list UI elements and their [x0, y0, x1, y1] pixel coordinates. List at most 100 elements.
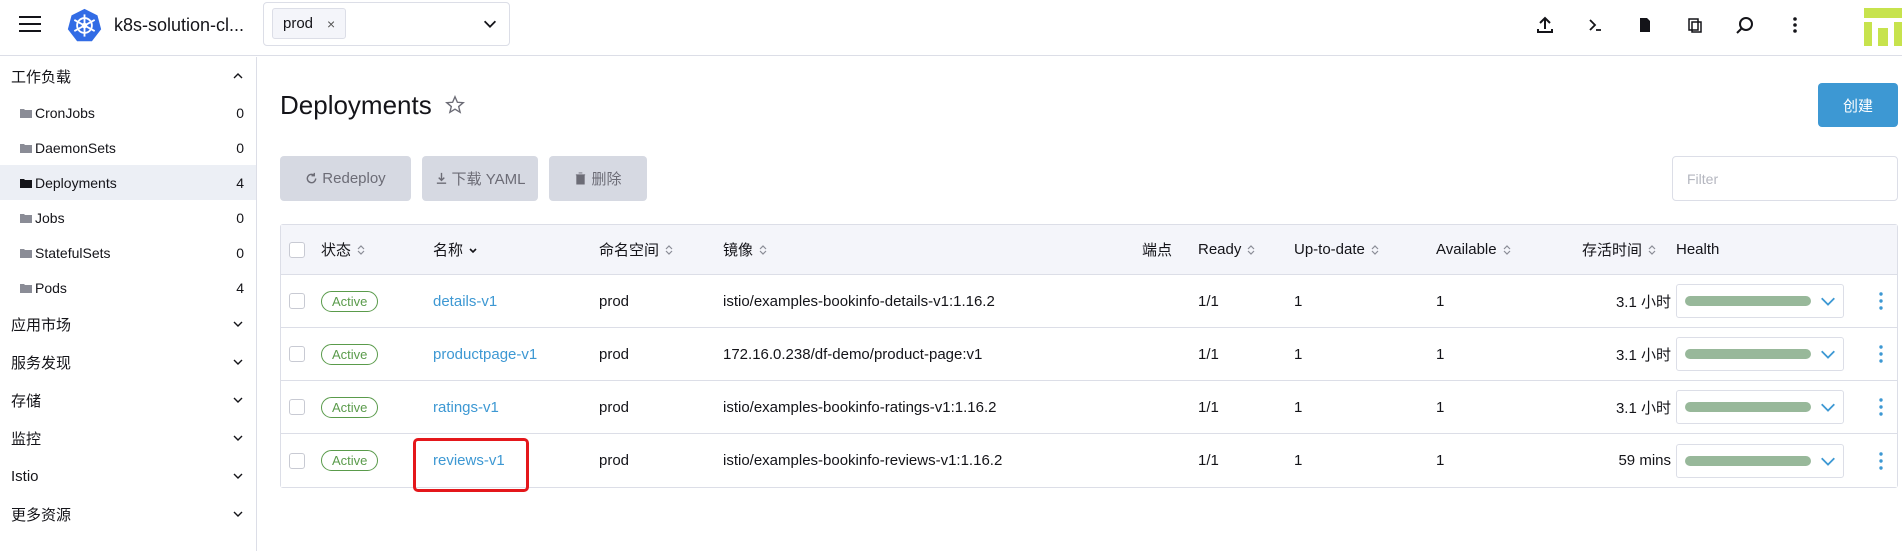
terminal-icon[interactable]: [1580, 10, 1610, 40]
sidebar-item-label: StatefulSets: [35, 244, 111, 261]
avatar[interactable]: [1864, 8, 1902, 46]
header-actions: [1530, 10, 1840, 40]
chevron-down-icon: [233, 511, 243, 517]
table-header: 状态 名称 命名空间 镜像 端点 Ready Up-to-date Availa…: [281, 225, 1897, 275]
sidebar-item-label: CronJobs: [35, 104, 95, 121]
column-namespace[interactable]: 命名空间: [599, 225, 674, 274]
sidebar-group-service-discovery[interactable]: 服务发现: [0, 343, 256, 381]
status-badge: Active: [321, 450, 379, 471]
folder-icon: [20, 248, 32, 258]
column-label: Up-to-date: [1294, 241, 1365, 258]
star-icon[interactable]: [444, 94, 466, 116]
sidebar-group-apps[interactable]: 应用市场: [0, 305, 256, 343]
sidebar-group-storage[interactable]: 存储: [0, 381, 256, 419]
sidebar-group-more-resources[interactable]: 更多资源: [0, 495, 256, 533]
sidebar-item-daemonsets[interactable]: DaemonSets 0: [0, 130, 256, 165]
deployment-name-link[interactable]: productpage-v1: [433, 328, 537, 380]
sidebar-item-count: 0: [236, 244, 244, 261]
namespace-cell: prod: [599, 345, 630, 363]
sidebar-group-monitoring[interactable]: 监控: [0, 419, 256, 457]
sidebar-group-label: 工作负载: [11, 68, 72, 86]
sort-icon: [665, 244, 673, 255]
column-label: 名称: [433, 242, 464, 259]
deployment-name-link[interactable]: details-v1: [433, 275, 497, 327]
column-health: Health: [1676, 241, 1720, 258]
row-actions-menu[interactable]: [1871, 341, 1891, 367]
delete-label: 删除: [591, 171, 622, 188]
kubernetes-logo-icon: [67, 8, 102, 42]
copy-config-icon[interactable]: [1680, 10, 1710, 40]
table-row: Active reviews-v1 prod istio/examples-bo…: [281, 434, 1897, 487]
filter-input[interactable]: [1672, 156, 1898, 201]
column-status[interactable]: 状态: [321, 225, 366, 274]
more-vertical-icon: [1879, 292, 1883, 310]
column-image[interactable]: 镜像: [723, 225, 768, 274]
column-available[interactable]: Available: [1436, 225, 1512, 274]
health-dropdown[interactable]: [1676, 284, 1844, 318]
health-dropdown[interactable]: [1676, 443, 1844, 478]
select-all-checkbox[interactable]: [289, 241, 305, 258]
menu-icon[interactable]: [19, 16, 41, 34]
column-age[interactable]: 存活时间: [1582, 225, 1657, 274]
chevron-up-icon: [233, 73, 243, 79]
row-checkbox[interactable]: [289, 399, 305, 415]
health-dropdown[interactable]: [1676, 390, 1844, 424]
trash-icon: [576, 172, 586, 185]
sidebar-group-workloads[interactable]: 工作负载: [0, 57, 256, 95]
age-cell: 3.1 小时: [1615, 293, 1671, 311]
column-uptodate[interactable]: Up-to-date: [1294, 225, 1380, 274]
column-name[interactable]: 名称: [433, 225, 478, 274]
sidebar-group-label: 应用市场: [11, 316, 72, 334]
namespace-select[interactable]: prod ×: [263, 2, 510, 46]
row-actions-menu[interactable]: [1871, 288, 1891, 314]
sidebar-item-deployments[interactable]: Deployments 4: [0, 165, 256, 200]
redeploy-button[interactable]: Redeploy: [280, 156, 411, 201]
namespace-cell: prod: [599, 452, 630, 469]
sidebar-item-label: Jobs: [35, 209, 65, 226]
sidebar-group-label: 服务发现: [11, 354, 72, 372]
sort-down-icon: [469, 247, 477, 253]
refresh-icon: [306, 172, 317, 184]
ready-cell: 1/1: [1198, 452, 1219, 469]
sidebar-item-count: 0: [236, 104, 244, 121]
row-checkbox[interactable]: [289, 346, 305, 362]
chevron-down-icon: [233, 435, 243, 441]
chevron-down-icon: [233, 473, 243, 479]
folder-icon: [20, 108, 32, 118]
namespace-cell: prod: [599, 292, 630, 310]
sidebar-item-count: 0: [236, 139, 244, 156]
file-icon[interactable]: [1630, 10, 1660, 40]
sidebar-group-label: Istio: [11, 467, 39, 485]
status-badge: Active: [321, 343, 379, 365]
age-cell: 59 mins: [1618, 452, 1671, 469]
sidebar-item-jobs[interactable]: Jobs 0: [0, 200, 256, 235]
top-header: k8s-solution-cl... prod ×: [0, 0, 1902, 56]
deployment-name-link[interactable]: reviews-v1: [433, 434, 505, 487]
more-vertical-icon[interactable]: [1780, 10, 1810, 40]
sidebar-item-pods[interactable]: Pods 4: [0, 270, 256, 305]
health-dropdown[interactable]: [1676, 337, 1844, 371]
sidebar-item-cronjobs[interactable]: CronJobs 0: [0, 95, 256, 130]
create-button[interactable]: 创建: [1818, 83, 1898, 127]
download-yaml-button[interactable]: 下载 YAML: [422, 156, 538, 201]
column-endpoints: 端点: [1142, 242, 1173, 259]
deployment-name-link[interactable]: ratings-v1: [433, 381, 499, 433]
more-vertical-icon: [1879, 345, 1883, 363]
search-icon[interactable]: [1730, 10, 1760, 40]
close-icon[interactable]: ×: [327, 16, 335, 32]
age-cell: 3.1 小时: [1615, 399, 1671, 417]
more-vertical-icon: [1879, 398, 1883, 416]
cluster-name[interactable]: k8s-solution-cl...: [114, 15, 244, 36]
row-checkbox[interactable]: [289, 452, 305, 469]
sidebar-group-istio[interactable]: Istio: [0, 457, 256, 495]
delete-button[interactable]: 删除: [549, 156, 647, 201]
row-actions-menu[interactable]: [1871, 394, 1891, 420]
chevron-down-icon[interactable]: [481, 15, 499, 33]
table-row: Active details-v1 prod istio/examples-bo…: [281, 275, 1897, 328]
column-ready[interactable]: Ready: [1198, 225, 1256, 274]
sidebar-item-statefulsets[interactable]: StatefulSets 0: [0, 235, 256, 270]
upload-icon[interactable]: [1530, 10, 1560, 40]
row-actions-menu[interactable]: [1871, 448, 1891, 474]
image-cell: istio/examples-bookinfo-reviews-v1:1.16.…: [723, 452, 1003, 469]
row-checkbox[interactable]: [289, 293, 305, 309]
